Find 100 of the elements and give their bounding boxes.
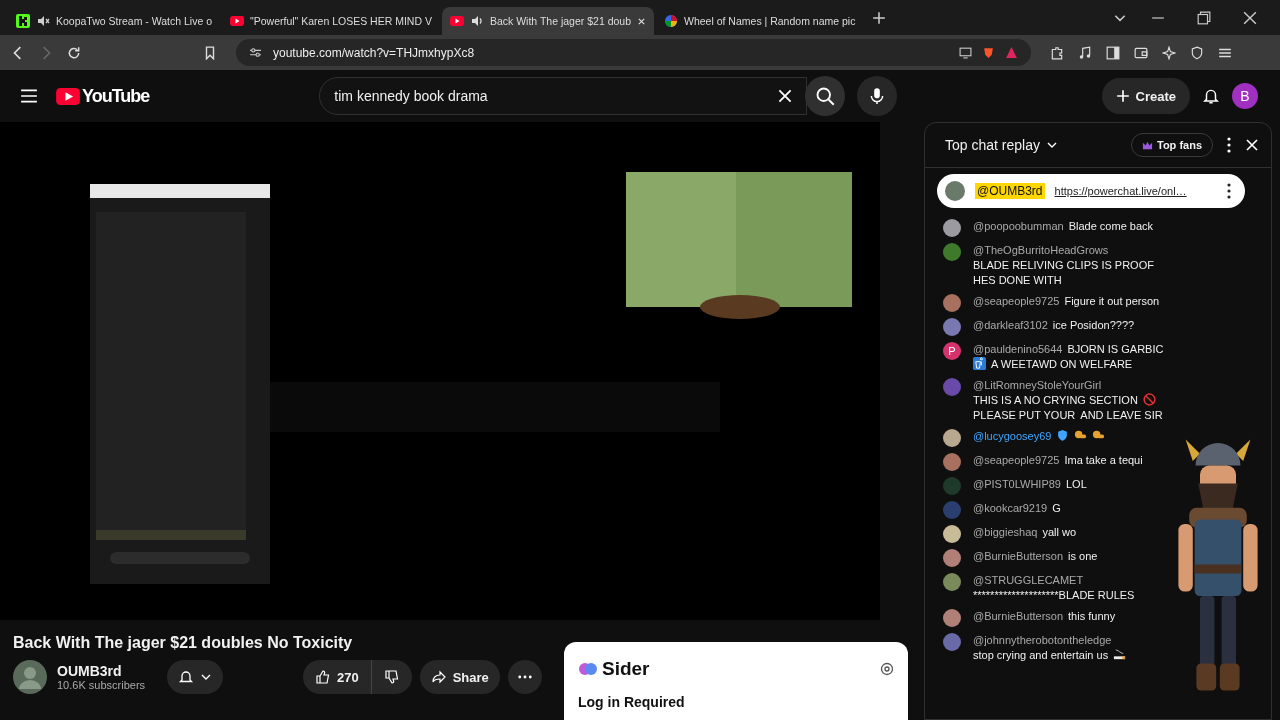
close-icon[interactable]: [637, 16, 646, 26]
chat-message: is one: [1068, 549, 1098, 564]
user-avatar: [945, 181, 965, 201]
reload-icon[interactable]: [67, 45, 81, 60]
author-name[interactable]: @pauldenino5644: [973, 343, 1063, 355]
chat-mode-dropdown[interactable]: Top chat replay: [945, 137, 1058, 153]
chat-message: AND LEAVE SIR: [1080, 408, 1163, 423]
chat-message: LOL: [1066, 477, 1087, 492]
youtube-logo[interactable]: YouTube: [82, 85, 150, 107]
kick-icon: [16, 14, 30, 28]
author-name[interactable]: @lucygoosey69: [973, 430, 1052, 442]
author-name[interactable]: @poopoobumman: [973, 220, 1064, 232]
triangle-icon[interactable]: [1005, 46, 1018, 59]
sidebar-icon[interactable]: [1106, 45, 1120, 60]
author-name[interactable]: @LitRomneyStoleYourGirl: [973, 379, 1102, 391]
chat-message: ice Posidon????: [1052, 318, 1135, 333]
author-name[interactable]: @PIST0LWHIP89: [973, 478, 1061, 490]
chat-message: stop crying and entertain us: [973, 648, 1109, 663]
music-icon[interactable]: [1078, 45, 1092, 60]
chat-message: PLEASE PUT YOUR: [973, 408, 1076, 423]
play-icon: [449, 14, 464, 28]
author-name[interactable]: @STRUGGLECAMET: [973, 574, 1084, 586]
sparkle-icon[interactable]: [1162, 45, 1176, 60]
play-icon: [230, 14, 244, 28]
chat-message: yall wo: [1042, 525, 1076, 540]
restore-icon[interactable]: [1197, 10, 1211, 25]
browser-tab[interactable]: Back With The jager $21 doub: [441, 7, 654, 35]
thumbs-up-icon: [315, 669, 331, 685]
author-name[interactable]: @BurnieButterson: [973, 550, 1064, 562]
user-avatar: P: [943, 342, 961, 360]
chat-message: THIS IS A NO CRYING SECTION: [973, 393, 1138, 408]
bell-icon: [178, 669, 194, 685]
prohibited-icon: [1142, 393, 1156, 406]
more-button[interactable]: [507, 660, 542, 694]
settings-icon[interactable]: [880, 662, 894, 676]
play-logo-icon: [56, 87, 80, 105]
voice-search-button[interactable]: [857, 76, 898, 116]
lion-shield-icon[interactable]: [982, 46, 995, 59]
chat-message: A WEETAWD ON WELFARE: [991, 357, 1133, 372]
login-message: Log in Required: [578, 694, 686, 710]
sider-title: Sider: [602, 658, 650, 680]
crown-icon: [1142, 139, 1153, 151]
address-bar[interactable]: youtube.com/watch?v=THJmxhypXc8: [236, 39, 1031, 66]
tab-title: Back With The jager $21 doub: [489, 15, 631, 27]
browser-tab[interactable]: KoopaTwo Stream - Watch Live o: [8, 7, 220, 35]
more-icon: [517, 675, 532, 679]
more-vertical-icon[interactable]: [1227, 137, 1231, 153]
tab-title: "Powerful" Karen LOSES HER MIND V: [250, 15, 432, 27]
muted-speaker-icon[interactable]: [36, 14, 50, 28]
share-arrow-icon: [430, 669, 447, 685]
chat-message: Ima take a tequi: [1064, 453, 1143, 468]
tab-title: Wheel of Names | Random name pic: [684, 15, 856, 27]
speaker-icon[interactable]: [469, 14, 484, 28]
author-name[interactable]: @johnnytherobotontheledge: [973, 634, 1112, 646]
video-title: Back With The jager $21 doubles No Toxicity: [13, 634, 354, 652]
shield-badge-icon: [1056, 429, 1070, 442]
plus-icon: [1115, 89, 1130, 103]
close-icon[interactable]: [1243, 10, 1257, 25]
chat-message: Blade come back: [1068, 219, 1154, 234]
notification-button[interactable]: [167, 660, 223, 694]
account-avatar[interactable]: B: [1232, 83, 1258, 109]
author-name[interactable]: @kookcar9219: [973, 502, 1048, 514]
chat-message: this funny: [1068, 609, 1116, 624]
puzzle-icon[interactable]: [1050, 45, 1064, 60]
channel-avatar[interactable]: [13, 660, 47, 694]
author-name[interactable]: @seapeople9725: [973, 295, 1060, 307]
shield-icon[interactable]: [1190, 45, 1204, 60]
more-vertical-icon[interactable]: [1227, 183, 1231, 199]
author-name[interactable]: @seapeople9725: [973, 454, 1060, 466]
author-name[interactable]: @biggieshaq: [973, 526, 1038, 538]
chat-message: BLADE RELIVING CLIPS IS PROOF HES DONE WITH: [973, 258, 1155, 288]
browser-tab[interactable]: "Powerful" Karen LOSES HER MIND V: [222, 7, 440, 35]
search-icon: [815, 86, 836, 106]
channel-name[interactable]: OUMB3rd: [57, 663, 157, 679]
menu-icon[interactable]: [20, 87, 38, 105]
share-button[interactable]: Share: [419, 660, 500, 694]
cigarette-icon: [1113, 648, 1127, 661]
author-name[interactable]: @darkleaf3102: [973, 319, 1048, 331]
chat-message: BJORN IS GARBIC: [1067, 342, 1164, 357]
chat-message: Figure it out person: [1064, 294, 1160, 309]
search-field[interactable]: tim kennedy book drama: [319, 77, 808, 115]
bookmark-icon[interactable]: [203, 45, 217, 60]
author-name[interactable]: @OUMB3rd: [975, 183, 1045, 199]
chat-link[interactable]: https://powerchat.live/onl…: [1054, 185, 1187, 197]
chat-message: ********************BLADE RULES: [973, 588, 1135, 603]
tab-title: KoopaTwo Stream - Watch Live o: [56, 15, 212, 27]
author-name[interactable]: @BurnieButterson: [973, 610, 1064, 622]
chat-message: G: [1052, 501, 1061, 516]
wallet-icon[interactable]: [1134, 45, 1148, 60]
author-name[interactable]: @TheOgBurritoHeadGrows: [973, 244, 1109, 256]
cast-icon[interactable]: [959, 46, 972, 59]
wheel-icon: [664, 14, 678, 28]
subscriber-count: 10.6K subscribers: [57, 679, 147, 691]
create-button[interactable]: Create: [1101, 78, 1190, 114]
search-button[interactable]: [805, 76, 846, 116]
url-text: youtube.com/watch?v=THJmxhypXc8: [273, 45, 475, 60]
bell-icon[interactable]: [1202, 87, 1220, 105]
site-settings-icon[interactable]: [249, 46, 262, 59]
browser-tab[interactable]: Wheel of Names | Random name pic: [656, 7, 864, 35]
new-tab-icon[interactable]: [872, 10, 887, 25]
